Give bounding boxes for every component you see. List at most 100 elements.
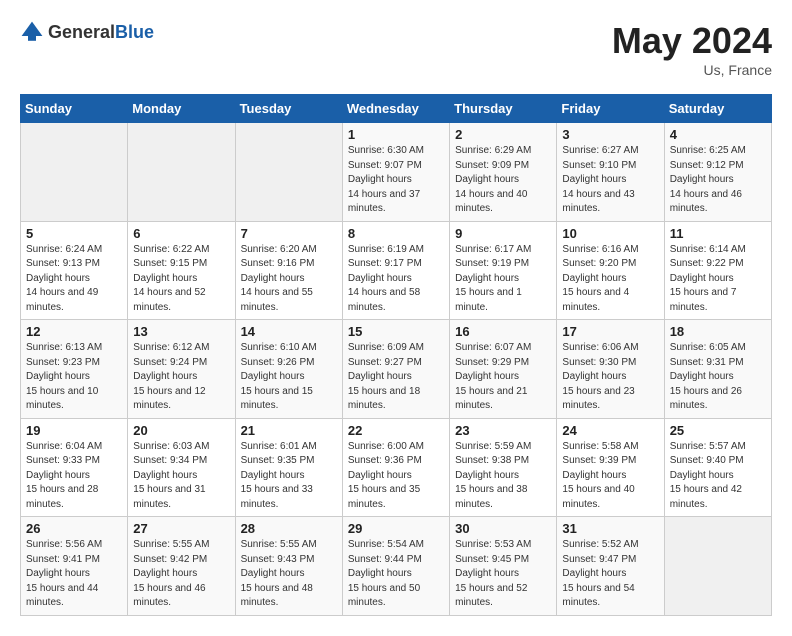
- sunset-label: Sunset: 9:16 PM: [241, 258, 315, 269]
- sunrise-label: Sunrise: 5:58 AM: [562, 441, 638, 452]
- daylight-value: 15 hours and 28 minutes.: [26, 484, 98, 510]
- daylight-value: 14 hours and 58 minutes.: [348, 287, 420, 313]
- daylight-value: 15 hours and 54 minutes.: [562, 583, 634, 609]
- location-title: Us, France: [612, 62, 772, 78]
- daylight-label: Daylight hours: [562, 174, 626, 185]
- daylight-label: Daylight hours: [562, 470, 626, 481]
- sunrise-label: Sunrise: 6:07 AM: [455, 342, 531, 353]
- daylight-value: 15 hours and 35 minutes.: [348, 484, 420, 510]
- daylight-label: Daylight hours: [562, 371, 626, 382]
- daylight-value: 14 hours and 52 minutes.: [133, 287, 205, 313]
- calendar-cell: 2Sunrise: 6:29 AMSunset: 9:09 PMDaylight…: [450, 123, 557, 222]
- day-number: 13: [133, 324, 229, 339]
- sunset-label: Sunset: 9:07 PM: [348, 160, 422, 171]
- daylight-value: 15 hours and 7 minutes.: [670, 287, 737, 313]
- sunrise-label: Sunrise: 5:57 AM: [670, 441, 746, 452]
- sunset-label: Sunset: 9:22 PM: [670, 258, 744, 269]
- daylight-value: 15 hours and 1 minute.: [455, 287, 522, 313]
- calendar-cell: 8 Sunrise: 6:19 AMSunset: 9:17 PMDaylight…: [342, 221, 449, 320]
- calendar-cell: 21Sunrise: 6:01 AMSunset: 9:35 PMDayligh…: [235, 418, 342, 517]
- day-info: Sunrise: 6:10 AMSunset: 9:26 PMDaylight …: [241, 341, 337, 414]
- calendar-cell: 16Sunrise: 6:07 AMSunset: 9:29 PMDayligh…: [450, 320, 557, 419]
- day-number: 9: [455, 226, 551, 241]
- sunset-label: Sunset: 9:47 PM: [562, 554, 636, 565]
- sunset-label: Sunset: 9:29 PM: [455, 357, 529, 368]
- sunrise-label: Sunrise: 5:55 AM: [133, 539, 209, 550]
- sunset-label: Sunset: 9:45 PM: [455, 554, 529, 565]
- calendar-cell: 4Sunrise: 6:25 AMSunset: 9:12 PMDaylight…: [664, 123, 771, 222]
- day-number: 8: [348, 226, 444, 241]
- sunrise-label: Sunrise: 5:54 AM: [348, 539, 424, 550]
- sunset-label: Sunset: 9:20 PM: [562, 258, 636, 269]
- calendar-cell: 15Sunrise: 6:09 AMSunset: 9:27 PMDayligh…: [342, 320, 449, 419]
- sunrise-label: Sunrise: 6:05 AM: [670, 342, 746, 353]
- day-number: 11: [670, 226, 766, 241]
- sunrise-label: Sunrise: 6:03 AM: [133, 441, 209, 452]
- sunset-label: Sunset: 9:23 PM: [26, 357, 100, 368]
- daylight-value: 14 hours and 40 minutes.: [455, 189, 527, 215]
- daylight-value: 15 hours and 12 minutes.: [133, 386, 205, 412]
- day-header-wednesday: Wednesday: [342, 95, 449, 123]
- day-info: Sunrise: 5:58 AMSunset: 9:39 PMDaylight …: [562, 440, 658, 513]
- daylight-label: Daylight hours: [562, 273, 626, 284]
- calendar-cell: 28Sunrise: 5:55 AMSunset: 9:43 PMDayligh…: [235, 517, 342, 616]
- sunrise-label: Sunrise: 6:01 AM: [241, 441, 317, 452]
- day-info: Sunrise: 6:16 AM Sunset: 9:20 PM Daylight …: [562, 243, 658, 316]
- calendar-cell: 25Sunrise: 5:57 AMSunset: 9:40 PMDayligh…: [664, 418, 771, 517]
- calendar-cell: 27Sunrise: 5:55 AMSunset: 9:42 PMDayligh…: [128, 517, 235, 616]
- calendar-cell: 18Sunrise: 6:05 AMSunset: 9:31 PMDayligh…: [664, 320, 771, 419]
- logo-text: GeneralBlue: [48, 22, 154, 43]
- day-number: 30: [455, 521, 551, 536]
- day-info: Sunrise: 5:53 AMSunset: 9:45 PMDaylight …: [455, 538, 551, 611]
- day-number: 29: [348, 521, 444, 536]
- sunrise-label: Sunrise: 6:30 AM: [348, 145, 424, 156]
- day-header-friday: Friday: [557, 95, 664, 123]
- week-row-1: 1Sunrise: 6:30 AMSunset: 9:07 PMDaylight…: [21, 123, 772, 222]
- daylight-label: Daylight hours: [670, 470, 734, 481]
- calendar-cell: 12Sunrise: 6:13 AMSunset: 9:23 PMDayligh…: [21, 320, 128, 419]
- calendar-cell: 5Sunrise: 6:24 AMSunset: 9:13 PMDaylight…: [21, 221, 128, 320]
- sunrise-label: Sunrise: 6:25 AM: [670, 145, 746, 156]
- daylight-label: Daylight hours: [241, 371, 305, 382]
- daylight-value: 15 hours and 40 minutes.: [562, 484, 634, 510]
- daylight-label: Daylight hours: [133, 273, 197, 284]
- day-info: Sunrise: 6:05 AMSunset: 9:31 PMDaylight …: [670, 341, 766, 414]
- day-header-saturday: Saturday: [664, 95, 771, 123]
- sunrise-label: Sunrise: 5:52 AM: [562, 539, 638, 550]
- daylight-label: Daylight hours: [348, 371, 412, 382]
- daylight-value: 15 hours and 38 minutes.: [455, 484, 527, 510]
- day-info: Sunrise: 6:09 AMSunset: 9:27 PMDaylight …: [348, 341, 444, 414]
- daylight-label: Daylight hours: [670, 174, 734, 185]
- daylight-value: 15 hours and 23 minutes.: [562, 386, 634, 412]
- sunrise-label: Sunrise: 6:10 AM: [241, 342, 317, 353]
- day-info: Sunrise: 5:56 AMSunset: 9:41 PMDaylight …: [26, 538, 122, 611]
- sunrise-label: Sunrise: 6:06 AM: [562, 342, 638, 353]
- sunrise-label: Sunrise: 5:59 AM: [455, 441, 531, 452]
- day-info: Sunrise: 6:19 AMSunset: 9:17 PMDaylight …: [348, 243, 444, 316]
- day-info: Sunrise: 5:55 AMSunset: 9:43 PMDaylight …: [241, 538, 337, 611]
- sunrise-label: Sunrise: 6:20 AM: [241, 244, 317, 255]
- calendar-cell: 29Sunrise: 5:54 AMSunset: 9:44 PMDayligh…: [342, 517, 449, 616]
- daylight-label: Daylight hours: [348, 273, 412, 284]
- daylight-value: 15 hours and 48 minutes.: [241, 583, 313, 609]
- calendar-cell: 9Sunrise: 6:17 AMSunset: 9:19 PMDaylight…: [450, 221, 557, 320]
- sunset-label: Sunset: 9:17 PM: [348, 258, 422, 269]
- calendar-cell: [664, 517, 771, 616]
- sunrise-label: Sunrise: 6:17 AM: [455, 244, 531, 255]
- sunset-label: Sunset: 9:10 PM: [562, 160, 636, 171]
- sunrise-label: Sunrise: 6:16 AM: [562, 244, 638, 255]
- calendar-cell: 19Sunrise: 6:04 AMSunset: 9:33 PMDayligh…: [21, 418, 128, 517]
- sunset-label: Sunset: 9:44 PM: [348, 554, 422, 565]
- sunrise-label: Sunrise: 6:24 AM: [26, 244, 102, 255]
- day-header-sunday: Sunday: [21, 95, 128, 123]
- daylight-label: Daylight hours: [26, 273, 90, 284]
- day-info: Sunrise: 6:30 AMSunset: 9:07 PMDaylight …: [348, 144, 444, 217]
- daylight-value: 14 hours and 43 minutes.: [562, 189, 634, 215]
- daylight-value: 15 hours and 10 minutes.: [26, 386, 98, 412]
- day-info: Sunrise: 5:57 AMSunset: 9:40 PMDaylight …: [670, 440, 766, 513]
- day-info: Sunrise: 5:54 AMSunset: 9:44 PMDaylight …: [348, 538, 444, 611]
- daylight-value: 15 hours and 31 minutes.: [133, 484, 205, 510]
- logo: GeneralBlue: [20, 20, 154, 44]
- daylight-label: Daylight hours: [241, 568, 305, 579]
- day-header-monday: Monday: [128, 95, 235, 123]
